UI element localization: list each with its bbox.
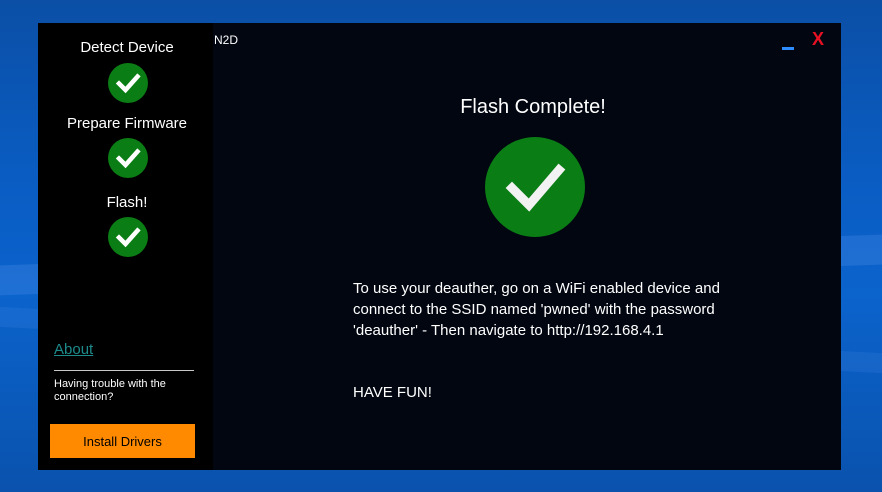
sidebar-divider <box>54 370 194 371</box>
about-link[interactable]: About <box>54 341 93 358</box>
minimize-button[interactable] <box>782 47 794 50</box>
install-drivers-button[interactable]: Install Drivers <box>50 424 195 458</box>
step-label-prepare-firmware: Prepare Firmware <box>66 115 188 132</box>
check-circle-icon <box>108 63 148 103</box>
check-circle-icon <box>485 137 585 237</box>
sidebar: Detect Device Prepare Firmware Flash! Ab… <box>38 23 213 470</box>
close-button[interactable]: X <box>812 29 824 49</box>
instructions-text: To use your deauther, go on a WiFi enabl… <box>353 280 720 339</box>
app-window: Detect Device Prepare Firmware Flash! Ab… <box>38 23 841 470</box>
app-title: N2D <box>214 33 239 47</box>
check-circle-icon <box>108 138 148 178</box>
trouble-text: Having trouble with the connection? <box>54 378 166 403</box>
step-label-detect-device: Detect Device <box>80 39 174 56</box>
check-circle-icon <box>108 217 148 257</box>
page-title: Flash Complete! <box>460 96 606 118</box>
step-label-flash: Flash! <box>106 194 148 211</box>
have-fun-text: HAVE FUN! <box>353 384 432 401</box>
